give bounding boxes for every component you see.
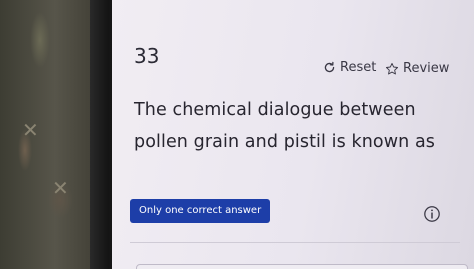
- review-button[interactable]: Review: [385, 61, 449, 76]
- reset-label: Reset: [340, 60, 377, 75]
- quiz-screen: 33 Reset Review The chemical dialogue be…: [112, 0, 474, 269]
- fabric-pattern-mark: ✕: [52, 176, 69, 200]
- fabric-pattern-mark: ✕: [22, 118, 39, 142]
- star-outline-icon: [385, 62, 399, 76]
- refresh-icon: [323, 61, 336, 74]
- answer-type-badge: Only one correct answer: [130, 199, 271, 223]
- section-divider: [130, 242, 460, 243]
- question-number: 33: [134, 44, 160, 68]
- question-text: The chemical dialogue between pollen gra…: [134, 100, 436, 152]
- review-label: Review: [403, 61, 450, 76]
- info-circle-icon[interactable]: [423, 205, 441, 227]
- answer-option[interactable]: [136, 264, 468, 269]
- reset-button[interactable]: Reset: [323, 60, 376, 75]
